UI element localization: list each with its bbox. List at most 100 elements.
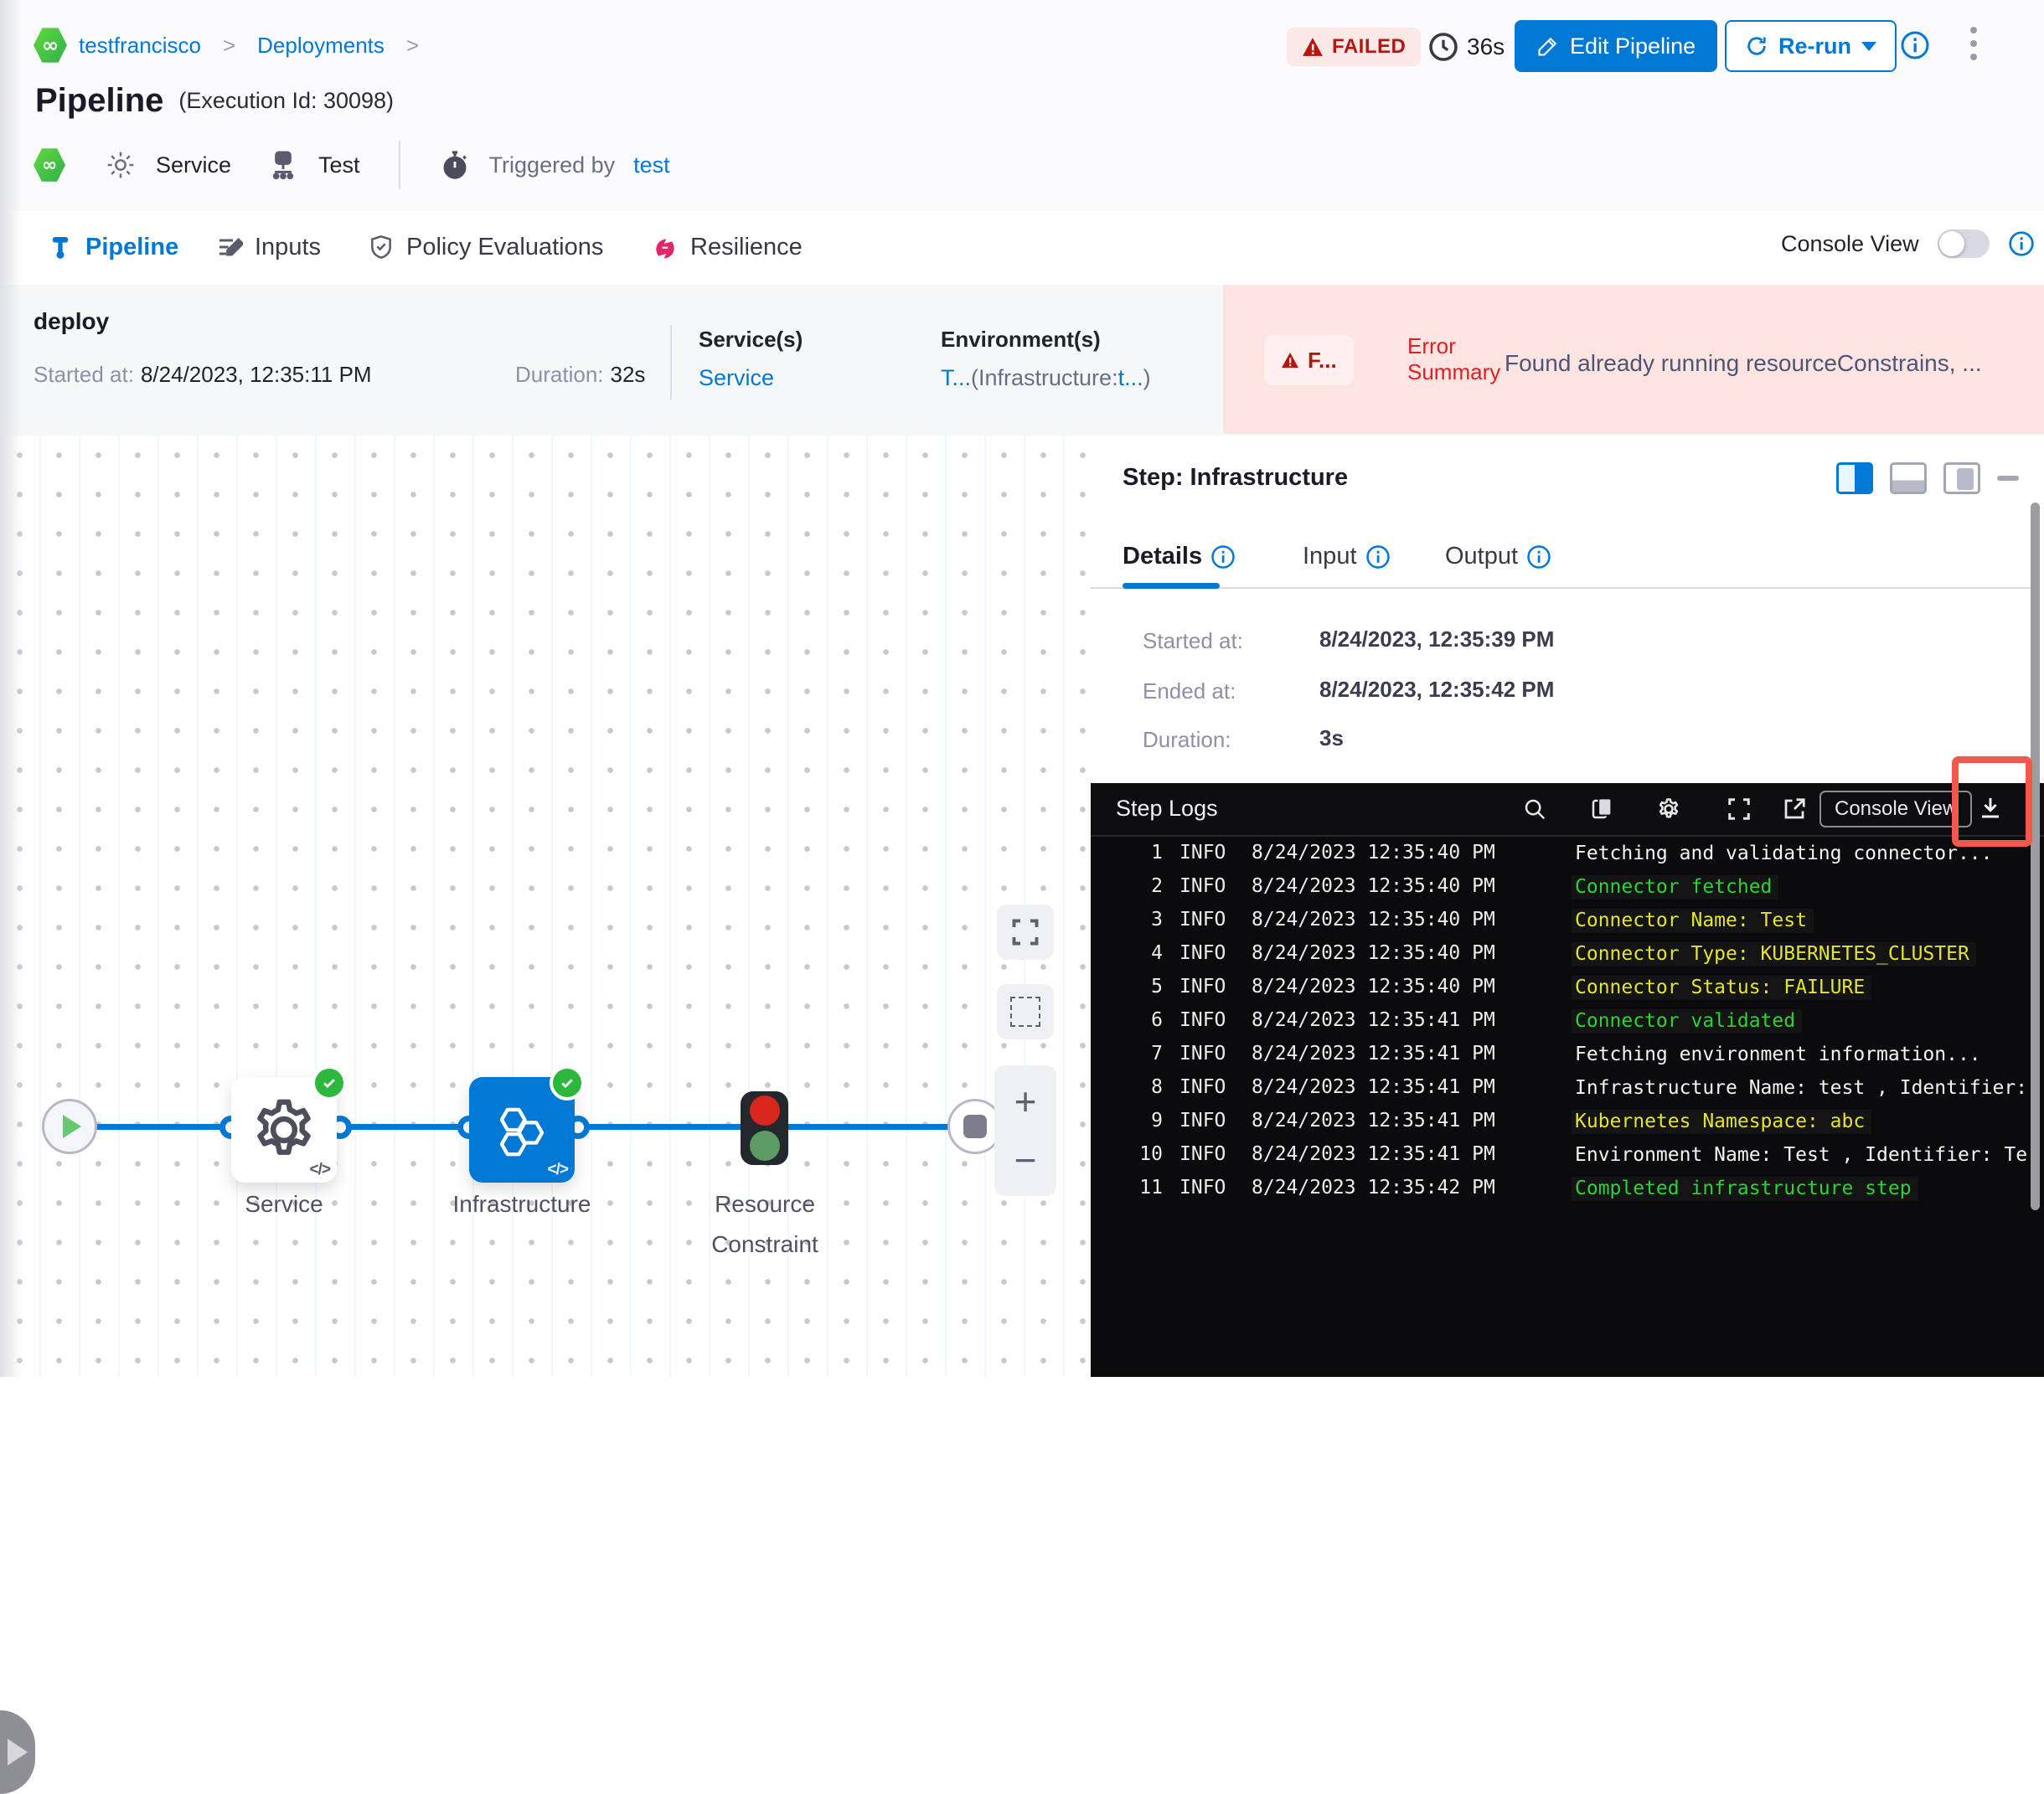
layout-right-view-button[interactable] xyxy=(1943,462,1980,494)
service-link[interactable]: Service xyxy=(699,365,774,391)
elapsed-value: 36s xyxy=(1467,34,1505,59)
copy-icon[interactable] xyxy=(1587,794,1617,824)
clock-icon xyxy=(1429,33,1458,61)
infrastructure-step-node[interactable]: </> xyxy=(469,1065,585,1183)
environment-name[interactable]: Test xyxy=(318,152,360,178)
step-panel-title: Step: Infrastructure xyxy=(1123,464,1349,491)
log-level: INFO xyxy=(1179,909,1226,931)
log-line-number: 10 xyxy=(1139,1143,1163,1165)
rerun-button[interactable]: Re-run xyxy=(1725,20,1897,72)
layout-bottom-view-button[interactable] xyxy=(1890,462,1927,494)
download-logs-icon[interactable] xyxy=(1975,793,2005,823)
pipeline-graph-canvas[interactable]: </> </> Service Infrastructure Resource … xyxy=(0,436,1092,1794)
tab-inputs[interactable]: Inputs xyxy=(216,211,321,283)
ended-at-value: 8/24/2023, 12:35:42 PM xyxy=(1319,677,1555,702)
stage-summary-bar: deploy Started at: 8/24/2023, 12:35:11 P… xyxy=(0,285,2044,437)
console-view-label: Console View xyxy=(1781,230,1919,256)
tab-pipeline[interactable]: Pipeline xyxy=(47,211,178,283)
gear-icon xyxy=(257,1099,311,1155)
success-check-badge xyxy=(550,1065,585,1101)
console-view-button[interactable]: Console View xyxy=(1819,791,1973,827)
tab-details[interactable]: Details xyxy=(1123,543,1236,570)
info-icon[interactable] xyxy=(1900,30,1930,60)
zoom-in-button[interactable]: + xyxy=(1014,1079,1037,1124)
tab-input[interactable]: Input xyxy=(1303,543,1391,570)
inputs-icon xyxy=(219,237,243,256)
tab-resilience[interactable]: Resilience xyxy=(652,211,803,283)
tab-output[interactable]: Output xyxy=(1445,543,1551,570)
tab-policy-evaluations[interactable]: Policy Evaluations xyxy=(368,211,603,283)
active-tab-underline xyxy=(1123,583,1220,589)
stage-name[interactable]: deploy xyxy=(34,308,109,335)
console-view-toggle[interactable] xyxy=(1937,229,1990,258)
log-line-number: 4 xyxy=(1151,942,1163,964)
stopwatch-icon xyxy=(439,148,471,182)
edit-pipeline-button[interactable]: Edit Pipeline xyxy=(1515,20,1718,72)
settings-gear-icon[interactable] xyxy=(1654,794,1684,824)
service-step-node[interactable]: </> xyxy=(231,1065,347,1183)
edge xyxy=(80,1124,240,1130)
zoom-out-button[interactable]: − xyxy=(1014,1137,1037,1183)
divider xyxy=(670,325,672,400)
minimize-panel-button[interactable] xyxy=(1997,476,2019,481)
environment-link[interactable]: T... (Infrastructure: t...) xyxy=(941,365,1151,391)
error-summary-label: Error Summary xyxy=(1407,333,1501,384)
search-icon[interactable] xyxy=(1520,794,1550,824)
start-node[interactable] xyxy=(42,1099,97,1154)
execution-tabbar: Pipeline Inputs Policy Evaluations Resil… xyxy=(0,211,2044,497)
step-details-panel: Step: Infrastructure Details Input Outpu… xyxy=(1091,436,2044,1377)
log-timestamp: 8/24/2023 12:35:41 PM xyxy=(1252,1143,1495,1165)
shield-check-icon xyxy=(371,235,391,259)
error-summary-text[interactable]: Found already running resourceConstrains… xyxy=(1505,350,1982,377)
status-text: FAILED xyxy=(1332,35,1407,58)
log-message: Fetching and validating connector... xyxy=(1575,843,1993,864)
started-at-value: 8/24/2023, 12:35:39 PM xyxy=(1319,626,1555,652)
execution-id: (Execution Id: 30098) xyxy=(178,88,395,113)
edge xyxy=(779,1124,970,1130)
success-check-badge xyxy=(312,1065,347,1101)
warning-icon xyxy=(1282,352,1298,369)
chevron-right-icon: > xyxy=(222,32,236,58)
step-logs-header: Step Logs Console View xyxy=(1091,783,2044,837)
fit-to-screen-button[interactable] xyxy=(997,905,1054,960)
step-logs-panel: Step Logs Console View 1 INFO 8/24/2023 … xyxy=(1091,783,2044,1377)
breadcrumb: ∞ testfrancisco > Deployments > xyxy=(34,27,429,64)
info-icon xyxy=(1365,544,1390,569)
chevron-down-icon xyxy=(1861,41,1876,51)
log-line-number: 8 xyxy=(1151,1076,1163,1098)
environments-label: Environment(s) xyxy=(941,327,1101,352)
log-level: INFO xyxy=(1179,842,1226,863)
breadcrumb-deployments[interactable]: Deployments xyxy=(257,33,385,59)
fullscreen-icon[interactable] xyxy=(1724,794,1754,824)
warning-icon xyxy=(1303,38,1323,56)
layout-split-view-button[interactable] xyxy=(1836,462,1873,494)
log-row: 9 INFO 8/24/2023 12:35:41 PM Kubernetes … xyxy=(1091,1110,2044,1143)
harness-cd-icon: ∞ xyxy=(34,28,67,63)
panel-scrollbar[interactable] xyxy=(2031,503,2040,1210)
resource-constraint-node[interactable] xyxy=(741,1091,788,1165)
infrastructure-node-label: Infrastructure xyxy=(452,1191,591,1217)
failed-mini-badge: F... xyxy=(1264,335,1354,385)
log-timestamp: 8/24/2023 12:35:41 PM xyxy=(1252,1076,1495,1098)
trigger-user-link[interactable]: test xyxy=(633,152,670,178)
info-icon xyxy=(1527,544,1551,569)
info-icon[interactable] xyxy=(2008,230,2035,257)
log-line-number: 6 xyxy=(1151,1009,1163,1031)
code-chip: </> xyxy=(309,1161,332,1178)
pipeline-meta-row: ∞ Service Test Triggered by test xyxy=(34,141,670,189)
pipeline-icon xyxy=(52,237,69,259)
zoom-controls: + − xyxy=(994,1065,1056,1196)
ended-at-label: Ended at: xyxy=(1143,678,1236,704)
breadcrumb-project[interactable]: testfrancisco xyxy=(79,33,201,59)
more-options-menu[interactable] xyxy=(1970,27,1977,60)
log-level: INFO xyxy=(1179,1076,1226,1098)
log-lines[interactable]: 1 INFO 8/24/2023 12:35:40 PM Fetching an… xyxy=(1091,842,2044,1377)
hexagons-icon xyxy=(499,1107,545,1157)
log-message: Completed infrastructure step xyxy=(1572,1177,1918,1201)
started-at-label: Started at: xyxy=(1143,628,1243,653)
expand-panel-handle[interactable] xyxy=(0,1710,35,1794)
log-line-number: 2 xyxy=(1151,875,1163,897)
service-name[interactable]: Service xyxy=(156,152,231,178)
marquee-select-button[interactable] xyxy=(997,984,1054,1039)
open-in-new-icon[interactable] xyxy=(1779,794,1809,824)
